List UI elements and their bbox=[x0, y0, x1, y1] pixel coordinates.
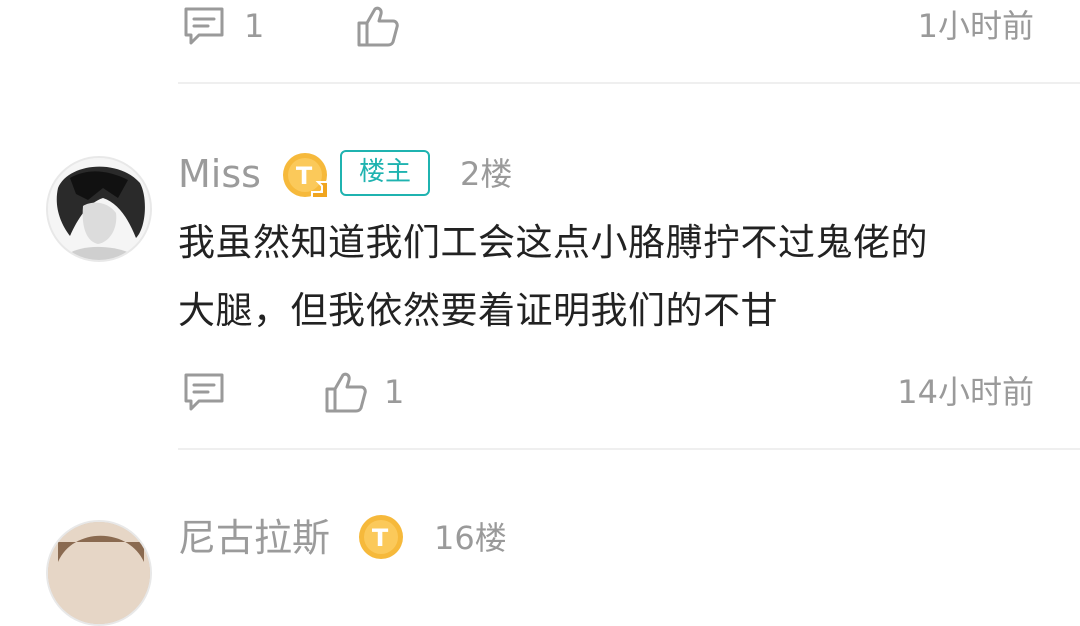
floor-number: 16楼 bbox=[434, 519, 507, 557]
divider bbox=[178, 82, 1080, 84]
level-badge-icon: T bbox=[282, 152, 329, 199]
avatar[interactable] bbox=[46, 520, 152, 626]
op-badge: 楼主 bbox=[340, 150, 430, 196]
floor-number: 2楼 bbox=[460, 155, 513, 193]
avatar[interactable] bbox=[46, 156, 152, 262]
username[interactable]: Miss bbox=[178, 152, 261, 196]
comment-text-line-1: 我虽然知道我们工会这点小胳膊拧不过鬼佬的 bbox=[178, 221, 928, 264]
avatar-image bbox=[48, 158, 150, 260]
comment-icon[interactable] bbox=[182, 372, 226, 412]
comment-time: 1小时前 bbox=[917, 7, 1034, 45]
thumbs-up-icon[interactable] bbox=[324, 370, 368, 414]
svg-text:T: T bbox=[296, 162, 313, 190]
comment-text-line-2: 大腿，但我依然要着证明我们的不甘 bbox=[178, 289, 778, 332]
username[interactable]: 尼古拉斯 bbox=[178, 516, 330, 560]
like-count: 1 bbox=[384, 373, 405, 411]
avatar-image bbox=[48, 522, 150, 624]
divider bbox=[178, 448, 1080, 450]
thumbs-up-icon[interactable] bbox=[356, 4, 400, 48]
svg-text:T: T bbox=[372, 524, 389, 552]
level-badge-icon: T bbox=[358, 514, 404, 560]
reply-count: 1 bbox=[244, 7, 265, 45]
comment-icon[interactable] bbox=[182, 6, 226, 46]
comment-time: 14小时前 bbox=[897, 373, 1034, 411]
